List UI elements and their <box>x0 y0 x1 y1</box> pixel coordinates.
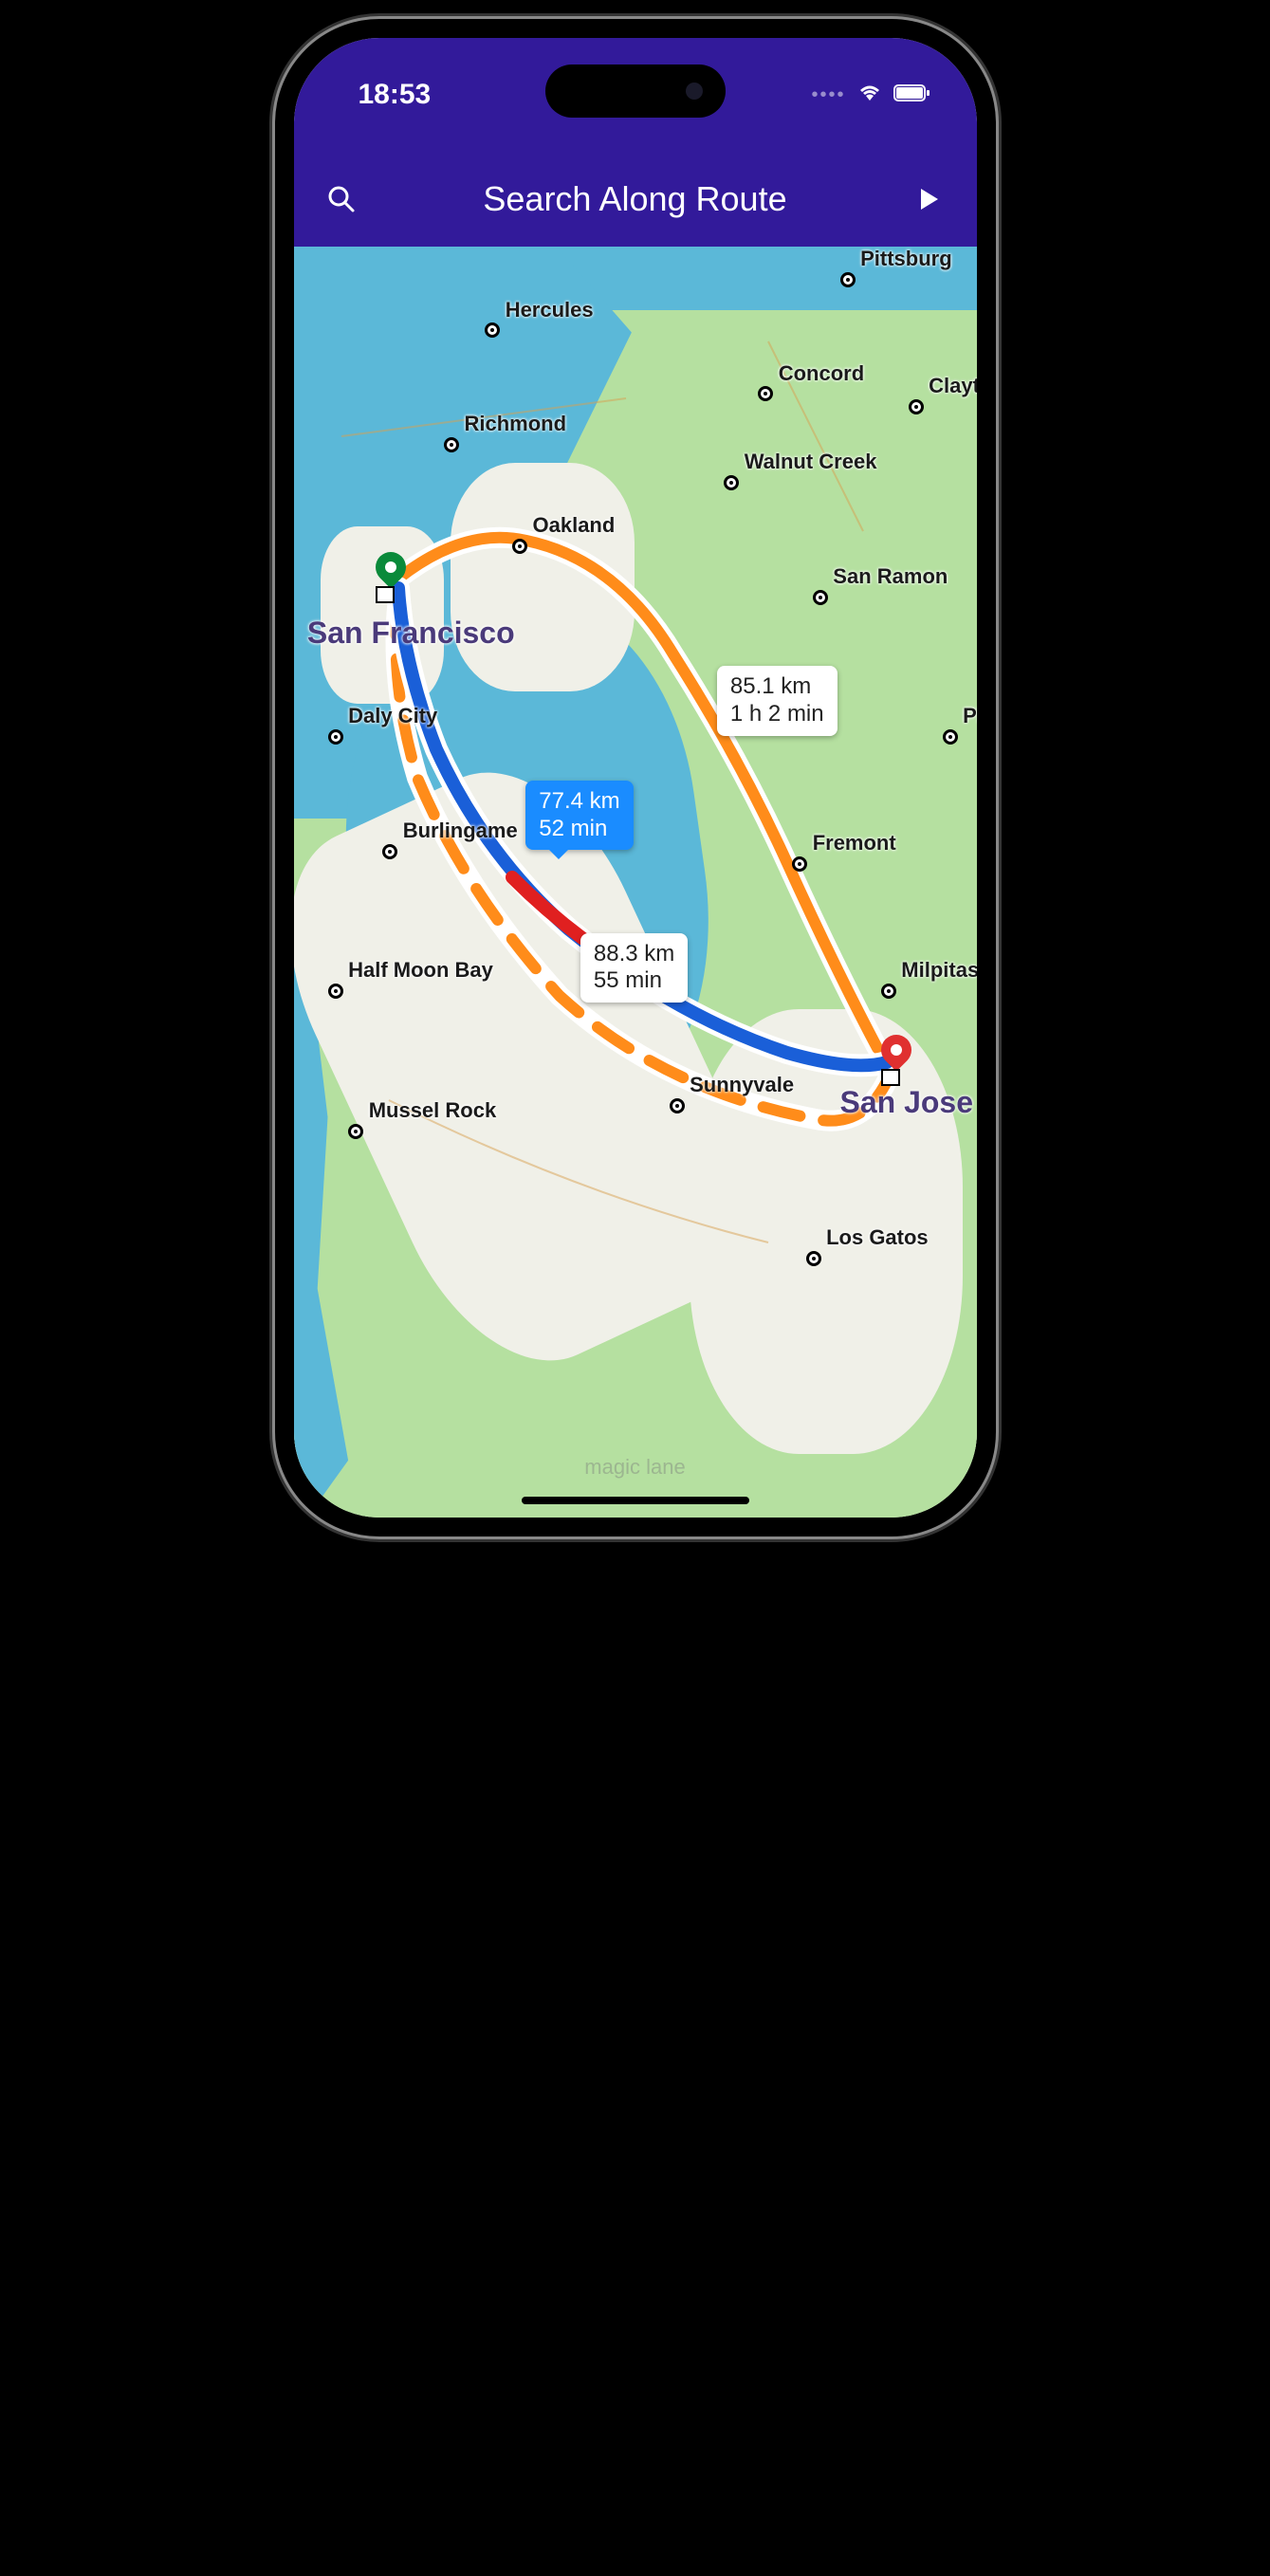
map-canvas[interactable]: Pittsburg Hercules Concord Clayton Richmond W… <box>294 247 977 1518</box>
city-label: Concord <box>779 361 864 386</box>
city-dot <box>943 729 958 745</box>
city-label: Pleasanton <box>963 704 976 728</box>
route-distance: 88.3 km <box>594 941 674 968</box>
city-dot <box>881 984 896 999</box>
city-label: Mussel Rock <box>369 1098 497 1123</box>
wifi-icon <box>857 83 882 107</box>
page-title: Search Along Route <box>483 179 786 219</box>
phone-screen: 18:53 •••• Search Along Route <box>294 38 977 1518</box>
play-button[interactable] <box>911 180 948 218</box>
origin-pin[interactable] <box>376 552 406 594</box>
route-distance: 85.1 km <box>730 673 824 701</box>
city-dot <box>512 539 527 554</box>
status-icons: •••• <box>811 83 930 107</box>
city-label: Daly City <box>348 704 437 728</box>
city-label: Milpitas <box>901 958 976 983</box>
city-label: Walnut Creek <box>745 450 877 474</box>
status-time: 18:53 <box>340 79 432 111</box>
city-label: Los Gatos <box>826 1225 929 1250</box>
city-dot <box>840 272 856 287</box>
battery-icon <box>893 83 931 107</box>
phone-frame: 18:53 •••• Search Along Route <box>275 19 996 1536</box>
city-label: San Ramon <box>833 564 948 589</box>
route-distance: 77.4 km <box>539 788 619 816</box>
city-label: Sunnyvale <box>690 1073 794 1097</box>
route-duration: 1 h 2 min <box>730 701 824 728</box>
route-badge-alt1[interactable]: 85.1 km 1 h 2 min <box>717 666 837 736</box>
origin-city-label: San Francisco <box>307 616 515 651</box>
route-overlay <box>294 247 977 1518</box>
search-button[interactable] <box>322 180 360 218</box>
header-bar: Search Along Route <box>294 152 977 247</box>
city-dot <box>348 1124 363 1139</box>
city-dot <box>382 844 397 859</box>
destination-pin[interactable] <box>881 1035 911 1076</box>
play-icon <box>917 187 942 212</box>
dynamic-island <box>545 64 726 118</box>
route-badge-selected[interactable]: 77.4 km 52 min <box>525 781 633 851</box>
city-label: Oakland <box>533 513 616 538</box>
city-dot <box>444 437 459 452</box>
route-badge-alt2[interactable]: 88.3 km 55 min <box>580 933 688 1003</box>
destination-city-label: San Jose <box>840 1085 974 1120</box>
city-label: Half Moon Bay <box>348 958 493 983</box>
city-label: Pittsburg <box>860 247 952 271</box>
city-dot <box>813 590 828 605</box>
city-label: Hercules <box>506 298 594 322</box>
home-indicator[interactable] <box>522 1497 749 1504</box>
city-label: Richmond <box>465 412 567 436</box>
search-icon <box>326 184 357 214</box>
route-duration: 55 min <box>594 967 674 995</box>
city-label: Clayton <box>929 374 976 398</box>
city-label: Burlingame <box>403 819 518 843</box>
city-dot <box>806 1251 821 1266</box>
city-dot <box>328 729 343 745</box>
city-dot <box>670 1098 685 1113</box>
city-dot <box>328 984 343 999</box>
route-duration: 52 min <box>539 816 619 843</box>
city-label: Fremont <box>813 831 896 856</box>
city-dot <box>909 399 924 414</box>
cellular-dots-icon: •••• <box>811 84 845 106</box>
